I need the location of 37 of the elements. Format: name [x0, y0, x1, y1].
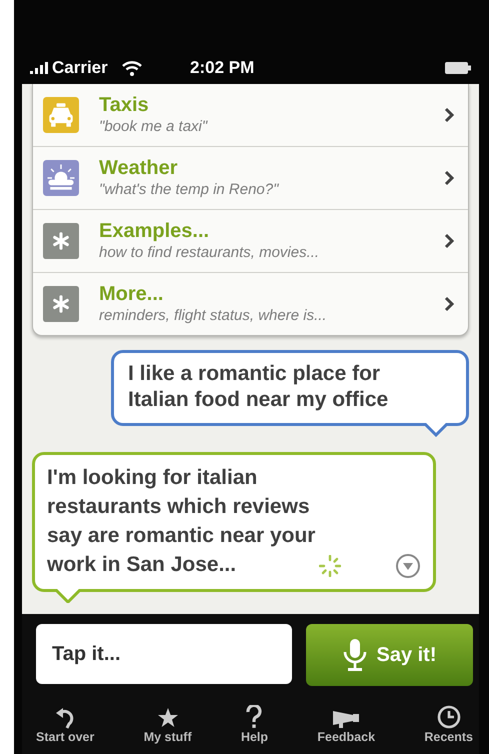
- chevron-icon: [444, 107, 454, 123]
- menu-item-subtitle: reminders, flight status, where is...: [99, 306, 328, 325]
- user-message: I like a romantic place for Italian food near my office: [128, 361, 390, 413]
- menu-item-title: Weather: [99, 157, 179, 180]
- menu-item-subtitle: "what's the temp in Reno?": [99, 180, 280, 199]
- asterisk-icon: [43, 223, 79, 259]
- tab-bar-item[interactable]: Help: [240, 694, 268, 744]
- taxi-icon: [43, 97, 79, 133]
- menu-item-title: More...: [99, 283, 164, 306]
- tab-bar-item[interactable]: My stuff: [144, 694, 192, 744]
- menu-item[interactable]: Examples... how to find restaurants, movies...: [33, 209, 468, 272]
- carrier-name: Carrier: [52, 58, 108, 78]
- clock-time: 2:02 PM: [190, 58, 254, 78]
- chevron-icon: [444, 170, 454, 186]
- menu-item-subtitle: how to find restaurants, movies...: [99, 243, 320, 262]
- battery-icon: [445, 62, 471, 74]
- menu-item[interactable]: More... reminders, flight status, where is...: [33, 272, 468, 335]
- sun-cloud-icon: [43, 160, 79, 196]
- menu-item-subtitle: "book me a taxi": [99, 117, 209, 136]
- tab-bar-item[interactable]: Start over: [36, 694, 94, 744]
- wifi-icon: [122, 60, 142, 76]
- clock-icon: [436, 705, 461, 729]
- microphone-icon: [342, 638, 368, 672]
- signal-icon: [30, 62, 48, 74]
- chevron-icon: [444, 296, 454, 312]
- tab-bar-item[interactable]: Feedback: [317, 694, 376, 744]
- star-icon: [156, 707, 179, 729]
- text-input-field[interactable]: Tap it...: [36, 624, 292, 684]
- chevron-icon: [444, 233, 454, 249]
- tab-bar-item[interactable]: Recents: [424, 694, 473, 744]
- dropdown-icon[interactable]: [395, 553, 421, 579]
- menu-item[interactable]: Weather "what's the temp in Reno?": [33, 146, 468, 209]
- menu-item-title: Taxis: [99, 94, 150, 117]
- asterisk-icon: [43, 286, 79, 322]
- assistant-message: I'm looking for italian restaurants which reviews say are romantic near your work in San Jose...: [47, 465, 316, 578]
- menu-item-title: Examples...: [99, 220, 210, 243]
- menu-item[interactable]: Taxis "book me a taxi": [33, 84, 468, 146]
